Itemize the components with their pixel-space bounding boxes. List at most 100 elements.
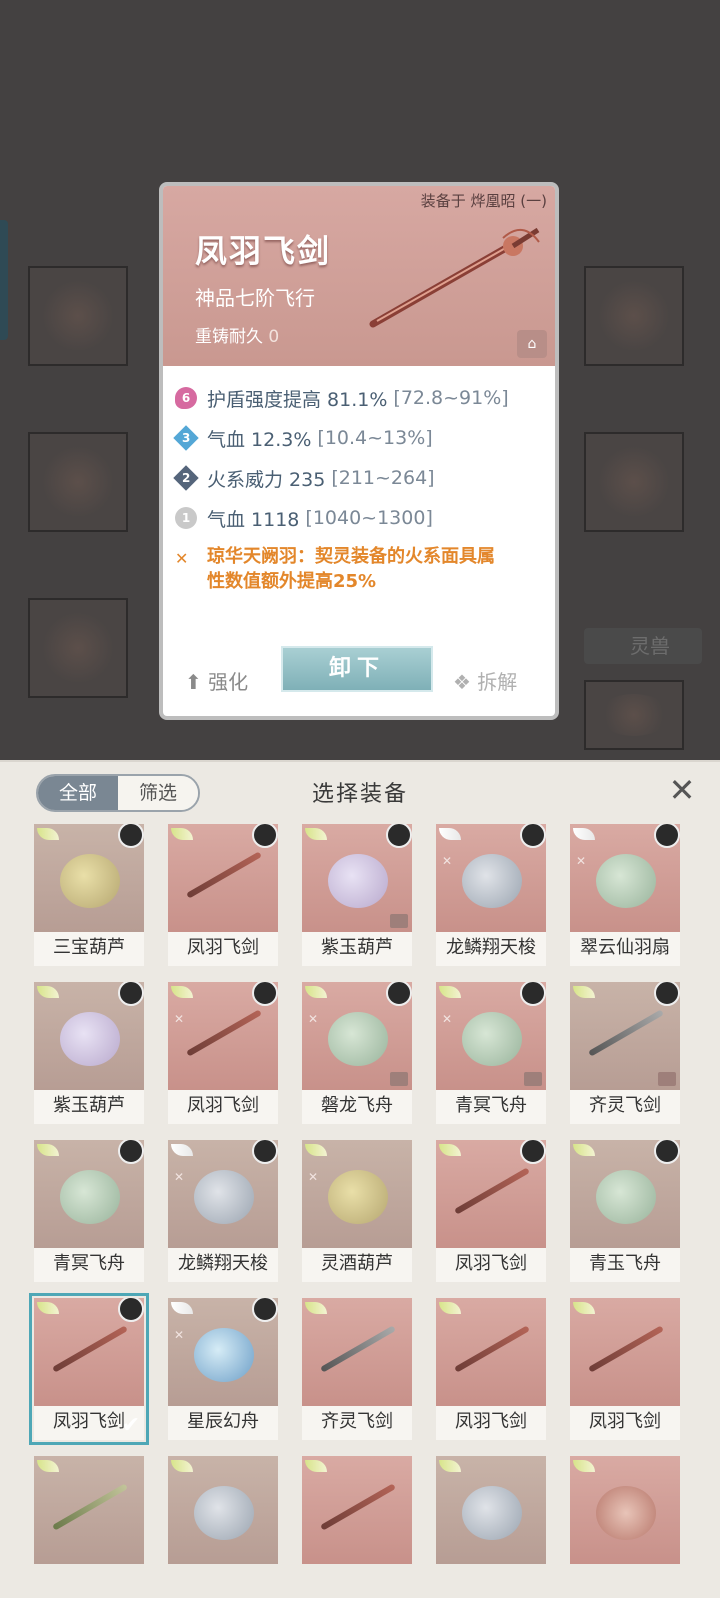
equipment-card[interactable]: ✕ 翠云仙羽扇 bbox=[570, 824, 680, 966]
wing-icon bbox=[573, 1460, 595, 1472]
sword-art bbox=[186, 1009, 262, 1057]
equipment-card[interactable]: 凤羽飞剑 bbox=[436, 1140, 546, 1282]
special-effect-line: 性数值额外提高25% bbox=[207, 571, 377, 592]
wing-icon bbox=[573, 1302, 595, 1314]
sword-art bbox=[454, 1325, 530, 1373]
equipment-card[interactable]: ✕ 磐龙飞舟 bbox=[302, 982, 412, 1124]
item-art bbox=[168, 1456, 278, 1564]
special-effect-line: 琼华天阙羽：契灵装备的火系面具属 bbox=[207, 546, 495, 567]
item-label: 龙鳞翔天梭 bbox=[436, 932, 546, 966]
avatar bbox=[654, 982, 680, 1006]
popup-header: 装备于 烨凰昭 (一) 凤羽飞剑 神品七阶飞行 重铸耐久 0 ⌂ bbox=[163, 186, 555, 366]
equipment-card[interactable]: 凤羽飞剑 bbox=[436, 1298, 546, 1440]
item-art: ✕ bbox=[302, 982, 412, 1090]
item-label: 磐龙飞舟 bbox=[302, 1090, 412, 1124]
equipment-card[interactable]: 青玉飞舟 bbox=[570, 1140, 680, 1282]
equipment-card[interactable]: ✕ 星辰幻舟 bbox=[168, 1298, 278, 1440]
equipment-card[interactable]: ✕ 青冥飞舟 bbox=[436, 982, 546, 1124]
item-art bbox=[34, 824, 144, 932]
equipment-card[interactable]: 三宝葫芦 bbox=[34, 824, 144, 966]
attribute-text: 火系威力 235 bbox=[207, 468, 326, 491]
equipment-card[interactable]: 紫玉葫芦 bbox=[302, 824, 412, 966]
item-label: 三宝葫芦 bbox=[34, 932, 144, 966]
tier-2-icon: 2 bbox=[173, 465, 199, 491]
dismantle-button[interactable]: ❖ 拆解 bbox=[453, 666, 517, 695]
avatar bbox=[118, 1298, 144, 1322]
sword-illustration bbox=[369, 227, 540, 328]
item-label: 齐灵飞剑 bbox=[570, 1090, 680, 1124]
wing-icon bbox=[439, 986, 461, 998]
lock-badge-icon bbox=[390, 1072, 408, 1086]
lock-icon[interactable]: ⌂ bbox=[517, 330, 547, 358]
wing-icon bbox=[37, 828, 59, 840]
gourd-art bbox=[60, 1012, 120, 1066]
wing-icon bbox=[37, 986, 59, 998]
equipment-card[interactable]: 齐灵飞剑 bbox=[570, 982, 680, 1124]
item-art: ✕ bbox=[436, 824, 546, 932]
item-art bbox=[34, 1298, 144, 1406]
checkmark-icon: ✔ bbox=[121, 1413, 140, 1438]
sword-art bbox=[588, 1009, 664, 1057]
equipment-card[interactable]: ✕ 龙鳞翔天梭 bbox=[436, 824, 546, 966]
fan-art bbox=[596, 854, 656, 908]
item-label: 紫玉葫芦 bbox=[302, 932, 412, 966]
equipment-card[interactable]: 齐灵飞剑 bbox=[302, 1298, 412, 1440]
rune-icon: ✕ bbox=[174, 1012, 185, 1026]
wing-icon bbox=[573, 828, 595, 840]
item-art: ✕ bbox=[168, 982, 278, 1090]
item-art bbox=[302, 824, 412, 932]
bg-slot bbox=[584, 266, 684, 366]
close-icon[interactable]: ✕ bbox=[664, 772, 700, 808]
wing-icon bbox=[573, 1144, 595, 1156]
item-label: 青冥飞舟 bbox=[34, 1248, 144, 1282]
equipment-card-selected[interactable]: 凤羽飞剑 ✔ bbox=[29, 1293, 149, 1445]
item-label: 青冥飞舟 bbox=[436, 1090, 546, 1124]
avatar bbox=[386, 824, 412, 848]
item-art bbox=[168, 824, 278, 932]
item-label: 齐灵飞剑 bbox=[302, 1406, 412, 1440]
equipment-card[interactable] bbox=[302, 1456, 412, 1598]
tier-6-icon: 6 bbox=[175, 387, 197, 409]
boat-art bbox=[596, 1486, 656, 1540]
equipment-card[interactable]: 青冥飞舟 bbox=[34, 1140, 144, 1282]
recast-durability: 重铸耐久 0 bbox=[195, 322, 279, 347]
equipment-card[interactable] bbox=[168, 1456, 278, 1598]
item-art bbox=[436, 1456, 546, 1564]
equipped-on-label: 装备于 烨凰昭 (一) bbox=[420, 192, 547, 210]
dismantle-label: 拆解 bbox=[477, 670, 518, 694]
equipment-card[interactable] bbox=[34, 1456, 144, 1598]
equipment-card[interactable]: ✕ 灵酒葫芦 bbox=[302, 1140, 412, 1282]
equipment-card[interactable]: 凤羽飞剑 bbox=[168, 824, 278, 966]
tier-3-icon: 3 bbox=[173, 425, 199, 451]
wing-icon bbox=[37, 1460, 59, 1472]
unequip-button[interactable]: 卸下 bbox=[281, 646, 433, 692]
attribute-text: 气血 1118 bbox=[207, 508, 300, 531]
equipment-card[interactable]: 紫玉葫芦 bbox=[34, 982, 144, 1124]
wing-icon bbox=[171, 986, 193, 998]
attribute-row: 1 气血 1118 [1040~1300] bbox=[175, 498, 555, 538]
enhance-button[interactable]: ⬆ 强化 bbox=[185, 666, 248, 695]
equipment-card[interactable] bbox=[570, 1456, 680, 1598]
item-art bbox=[302, 1298, 412, 1406]
item-art bbox=[570, 1456, 680, 1564]
dismantle-icon: ❖ bbox=[453, 670, 471, 694]
item-label: 翠云仙羽扇 bbox=[570, 932, 680, 966]
wing-icon bbox=[305, 986, 327, 998]
item-art bbox=[302, 1456, 412, 1564]
equipment-card[interactable]: ✕ 凤羽飞剑 bbox=[168, 982, 278, 1124]
wing-icon bbox=[439, 1460, 461, 1472]
avatar bbox=[252, 824, 278, 848]
wing-icon bbox=[305, 1302, 327, 1314]
equipment-card[interactable]: 凤羽飞剑 bbox=[570, 1298, 680, 1440]
wing-icon bbox=[171, 1144, 193, 1156]
wing-icon bbox=[439, 1144, 461, 1156]
avatar bbox=[252, 1140, 278, 1164]
boat-art bbox=[328, 1012, 388, 1066]
attribute-row: 6 护盾强度提高 81.1% [72.8~91%] bbox=[175, 378, 555, 418]
wing-icon bbox=[171, 828, 193, 840]
equipment-card[interactable]: ✕ 龙鳞翔天梭 bbox=[168, 1140, 278, 1282]
equipment-card[interactable] bbox=[436, 1456, 546, 1598]
wing-icon bbox=[305, 828, 327, 840]
boat-art bbox=[462, 1012, 522, 1066]
attribute-range: [1040~1300] bbox=[305, 507, 433, 529]
